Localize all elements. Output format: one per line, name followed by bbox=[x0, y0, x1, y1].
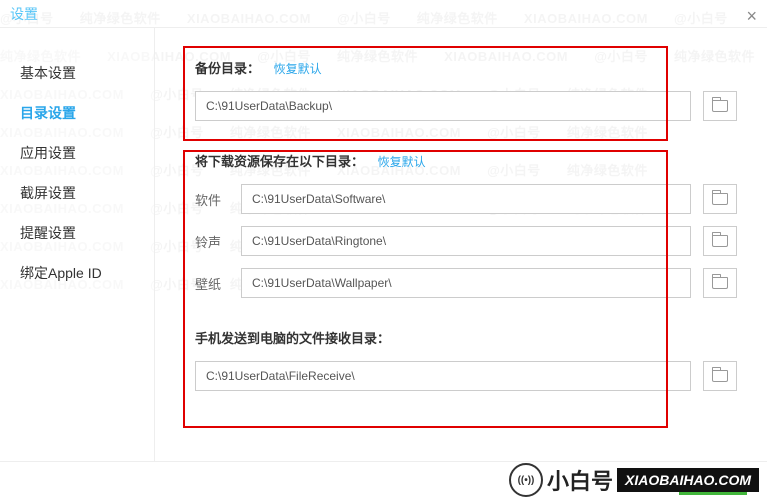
window-title: 设置 bbox=[10, 6, 38, 22]
folder-icon bbox=[712, 370, 728, 382]
browse-receive-button[interactable] bbox=[703, 361, 737, 391]
ringtone-path-input[interactable] bbox=[241, 226, 691, 256]
software-path-input[interactable] bbox=[241, 184, 691, 214]
section-download: 将下载资源保存在以下目录： 恢复默认 软件 铃声 壁纸 bbox=[195, 151, 737, 298]
restore-backup-link[interactable]: 恢复默认 bbox=[274, 62, 322, 76]
sidebar-item-app[interactable]: 应用设置 bbox=[20, 133, 154, 173]
backup-title: 备份目录： bbox=[195, 61, 260, 76]
download-title: 将下载资源保存在以下目录： bbox=[195, 154, 364, 169]
close-icon[interactable]: × bbox=[746, 6, 757, 27]
section-receive: 手机发送到电脑的文件接收目录： bbox=[195, 328, 737, 391]
browse-software-button[interactable] bbox=[703, 184, 737, 214]
sidebar-item-directory[interactable]: 目录设置 bbox=[20, 93, 154, 133]
sidebar-item-reminder[interactable]: 提醒设置 bbox=[20, 213, 154, 253]
software-label: 软件 bbox=[195, 190, 241, 209]
footer: 确定 bbox=[0, 461, 767, 501]
browse-wallpaper-button[interactable] bbox=[703, 268, 737, 298]
folder-icon bbox=[712, 235, 728, 247]
folder-icon bbox=[712, 193, 728, 205]
sidebar-item-appleid[interactable]: 绑定Apple ID bbox=[20, 253, 154, 293]
main-panel: 备份目录： 恢复默认 将下载资源保存在以下目录： 恢复默认 软件 铃声 bbox=[155, 28, 767, 461]
folder-icon bbox=[712, 277, 728, 289]
receive-path-input[interactable] bbox=[195, 361, 691, 391]
wallpaper-label: 壁纸 bbox=[195, 274, 241, 293]
sidebar-item-screenshot[interactable]: 截屏设置 bbox=[20, 173, 154, 213]
backup-path-input[interactable] bbox=[195, 91, 691, 121]
receive-title: 手机发送到电脑的文件接收目录： bbox=[195, 331, 390, 346]
restore-download-link[interactable]: 恢复默认 bbox=[378, 155, 426, 169]
sidebar-item-basic[interactable]: 基本设置 bbox=[20, 53, 154, 93]
ringtone-label: 铃声 bbox=[195, 232, 241, 251]
titlebar: 设置 × bbox=[0, 0, 767, 28]
browse-ringtone-button[interactable] bbox=[703, 226, 737, 256]
ok-button[interactable]: 确定 bbox=[679, 469, 747, 495]
folder-icon bbox=[712, 100, 728, 112]
browse-backup-button[interactable] bbox=[703, 91, 737, 121]
wallpaper-path-input[interactable] bbox=[241, 268, 691, 298]
section-backup: 备份目录： 恢复默认 bbox=[195, 58, 737, 121]
sidebar: 基本设置 目录设置 应用设置 截屏设置 提醒设置 绑定Apple ID bbox=[0, 28, 155, 461]
